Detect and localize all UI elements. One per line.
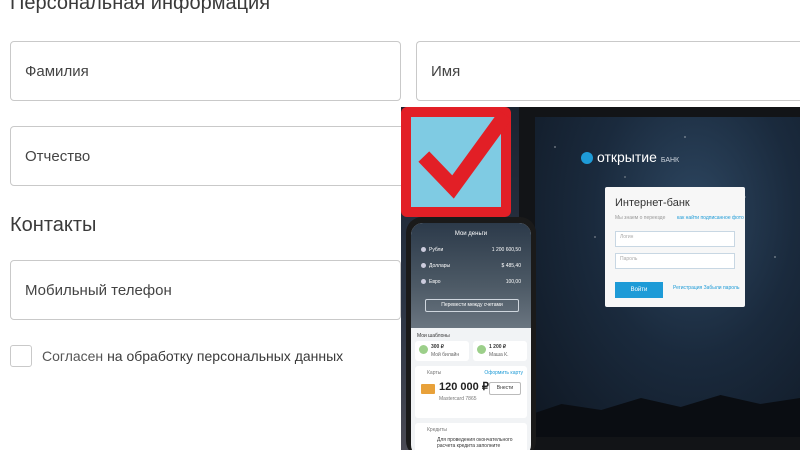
- account-row: Евро 100,00: [421, 279, 521, 285]
- login-hint: Мы знаем о переезде: [615, 215, 666, 221]
- bank-logo-icon: [581, 152, 593, 165]
- dollar-icon: [421, 263, 426, 269]
- template-name: Маша К.: [489, 352, 509, 358]
- card-number: Mastercard 7865: [439, 396, 477, 402]
- credit-block: Кредиты Для проведения окончательного ра…: [415, 423, 527, 450]
- phone: Мои деньги Рубли 1 200 600,50 Доллары $ …: [406, 217, 536, 450]
- transfer-button: Перевести между счетами: [425, 299, 519, 312]
- template-amount: 1 200 ₽: [489, 344, 507, 350]
- account-name: Рубли: [429, 247, 444, 253]
- mobile-phone-input[interactable]: [11, 261, 400, 319]
- phone-screen: Мои деньги Рубли 1 200 600,50 Доллары $ …: [411, 223, 531, 450]
- mobile-phone-field[interactable]: [10, 260, 401, 320]
- phone-header: [411, 223, 531, 328]
- personal-info-title: Персональная информация: [10, 0, 271, 14]
- template-icon: [477, 345, 486, 354]
- contacts-title: Контакты: [10, 214, 97, 236]
- templates-title: Мои шаблоны: [417, 333, 450, 339]
- template-name: Мой билайн: [431, 352, 460, 358]
- consent-label: Согласен на обработку персональных данны…: [42, 348, 343, 364]
- account-amount: 1 200 600,50: [491, 247, 521, 253]
- card-section-title: Карты: [427, 370, 442, 376]
- last-name-input[interactable]: [11, 42, 400, 100]
- login-field: Логин: [615, 231, 735, 247]
- card-block: Карты Оформить карту 120 000 ₽ Mastercar…: [415, 366, 527, 418]
- phone-title: Мои деньги: [454, 231, 488, 237]
- register-link: Регистрация Забыли пароль: [673, 285, 740, 291]
- card-amount: 120 000 ₽: [439, 381, 489, 393]
- template-icon: [419, 345, 428, 354]
- account-amount: $ 485,40: [501, 263, 521, 269]
- checkmark-badge: [401, 107, 511, 217]
- template-item: 300 ₽ Мой билайн: [415, 341, 469, 361]
- credit-text: Для проведения окончательного расчета кр…: [437, 437, 513, 449]
- bank-sub: БАНК: [660, 157, 680, 164]
- account-name: Евро: [429, 279, 441, 285]
- bank-logo: открытие БАНК: [581, 149, 679, 165]
- euro-icon: [421, 279, 426, 285]
- login-card: Интернет-банк Мы знаем о переезде как на…: [605, 187, 745, 307]
- first-name-input[interactable]: [417, 42, 800, 100]
- consent-prefix: Согласен: [42, 348, 108, 364]
- password-field: Пароль: [615, 253, 735, 269]
- account-row: Рубли 1 200 600,50: [421, 247, 521, 253]
- account-name: Доллары: [429, 263, 451, 269]
- laptop: открытие БАНК Интернет-банк Мы знаем о пе…: [519, 107, 800, 450]
- patronymic-field[interactable]: [10, 126, 410, 186]
- login-title: Интернет-банк: [615, 197, 690, 209]
- login-button: Войти: [615, 282, 663, 298]
- checkmark-icon: [418, 110, 511, 199]
- ruble-icon: [421, 247, 426, 253]
- consent-link[interactable]: на обработку персональных данных: [107, 348, 343, 364]
- account-row: Доллары $ 485,40: [421, 263, 521, 269]
- patronymic-input[interactable]: [11, 127, 409, 185]
- login-help-link: как найти подписанное фото: [677, 215, 744, 221]
- bank-name: открытие: [597, 149, 657, 165]
- laptop-screen: открытие БАНК Интернет-банк Мы знаем о пе…: [535, 117, 800, 437]
- last-name-field[interactable]: [10, 41, 401, 101]
- card-order-link: Оформить карту: [484, 370, 523, 376]
- template-amount: 300 ₽: [431, 344, 444, 350]
- card-thumbnail: [421, 384, 435, 394]
- template-item: 1 200 ₽ Маша К.: [473, 341, 527, 361]
- account-amount: 100,00: [505, 279, 521, 285]
- first-name-field[interactable]: [416, 41, 800, 101]
- credit-section-title: Кредиты: [427, 427, 447, 433]
- consent-checkbox[interactable]: [10, 345, 32, 367]
- card-deposit-button: Внести: [489, 382, 521, 395]
